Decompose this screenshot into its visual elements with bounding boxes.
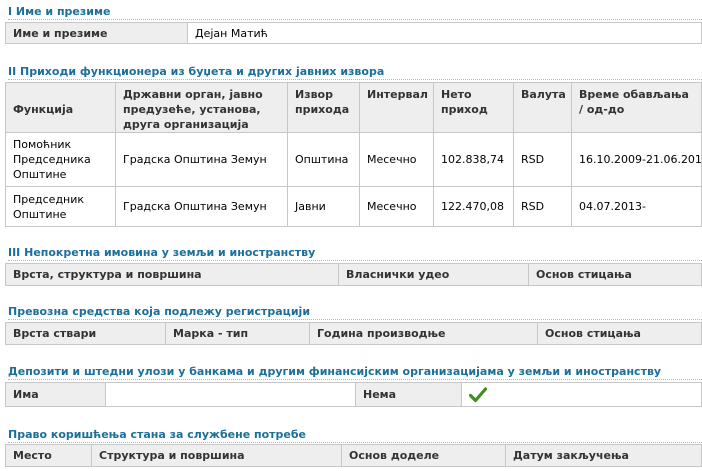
section-income-title: II Приходи функционера из буџета и други…	[8, 65, 385, 78]
income-cell-interval: Месечно	[359, 132, 434, 187]
real-estate-header-ownership: Власнички удео	[338, 263, 529, 286]
name-label: Име и презиме	[5, 22, 188, 44]
income-cell-period: 04.07.2013-	[571, 186, 702, 227]
income-cell-currency: RSD	[513, 132, 572, 187]
real-estate-header-type: Врста, структура и површина	[5, 263, 339, 286]
income-header-period: Време обављања / од-до	[571, 82, 702, 133]
deposits-has-value	[105, 382, 356, 407]
income-header-net-income: Нето приход	[433, 82, 514, 133]
real-estate-header-basis: Основ стицања	[528, 263, 702, 286]
income-cell-organization: Градска Општина Земун	[115, 186, 288, 227]
income-header-function: Функција	[5, 82, 116, 133]
name-value: Дејан Матић	[187, 22, 702, 44]
income-header-source: Извор прихода	[287, 82, 360, 133]
income-cell-net-income: 122.470,08	[433, 186, 514, 227]
income-table: Функција Државни орган, јавно предузеће,…	[5, 82, 702, 227]
income-cell-function: Помоћник Председника Општине	[5, 132, 116, 187]
section-vehicles-title: Превозна средства која подлежу регистрац…	[8, 305, 311, 318]
income-cell-period: 16.10.2009-21.06.2013	[571, 132, 702, 187]
housing-header-basis: Основ доделе	[341, 444, 506, 467]
section-divider	[8, 319, 702, 321]
income-header-organization: Државни орган, јавно предузеће, установа…	[115, 82, 288, 133]
real-estate-table: Врста, структура и површина Власнички уд…	[5, 263, 702, 286]
check-icon	[469, 386, 694, 403]
deposits-table: Има Нема	[5, 382, 702, 407]
deposits-none-label: Нема	[355, 382, 462, 407]
section-deposits-title: Депозити и штедни улози у банкама и друг…	[8, 365, 662, 378]
section-divider	[8, 19, 702, 21]
vehicles-header-year: Година производње	[309, 322, 538, 345]
deposits-none-value	[461, 382, 702, 407]
income-cell-interval: Месечно	[359, 186, 434, 227]
housing-header-structure: Структура и површина	[91, 444, 342, 467]
vehicles-header-basis: Основ стицања	[537, 322, 702, 345]
section-divider	[8, 260, 702, 262]
section-name-title: I Име и презиме	[8, 5, 111, 18]
income-cell-organization: Градска Општина Земун	[115, 132, 288, 187]
vehicles-header-type: Врста ствари	[5, 322, 166, 345]
vehicles-header-make: Марка - тип	[165, 322, 310, 345]
section-divider	[8, 379, 702, 381]
housing-table: Место Структура и површина Основ доделе …	[5, 444, 702, 467]
income-header-currency: Валута	[513, 82, 572, 133]
asset-declaration-page: I Име и презиме Име и презиме Дејан Мати…	[0, 0, 702, 471]
name-table: Име и презиме Дејан Матић	[5, 22, 702, 44]
section-housing-title: Право коришћења стана за службене потреб…	[8, 428, 306, 441]
table-row: Председник Општине Градска Општина Земун…	[5, 186, 702, 227]
income-cell-currency: RSD	[513, 186, 572, 227]
income-cell-source: Јавни	[287, 186, 360, 227]
housing-header-date: Датум закључења	[505, 444, 702, 467]
section-divider	[8, 79, 702, 81]
income-cell-function: Председник Општине	[5, 186, 116, 227]
deposits-has-label: Има	[5, 382, 106, 407]
income-cell-net-income: 102.838,74	[433, 132, 514, 187]
table-row: Помоћник Председника Општине Градска Опш…	[5, 132, 702, 187]
section-real-estate-title: III Непокретна имовина у земљи и иностра…	[8, 246, 316, 259]
income-header-interval: Интервал	[359, 82, 434, 133]
income-cell-source: Општина	[287, 132, 360, 187]
housing-header-place: Место	[5, 444, 92, 467]
vehicles-table: Врста ствари Марка - тип Година производ…	[5, 322, 702, 345]
